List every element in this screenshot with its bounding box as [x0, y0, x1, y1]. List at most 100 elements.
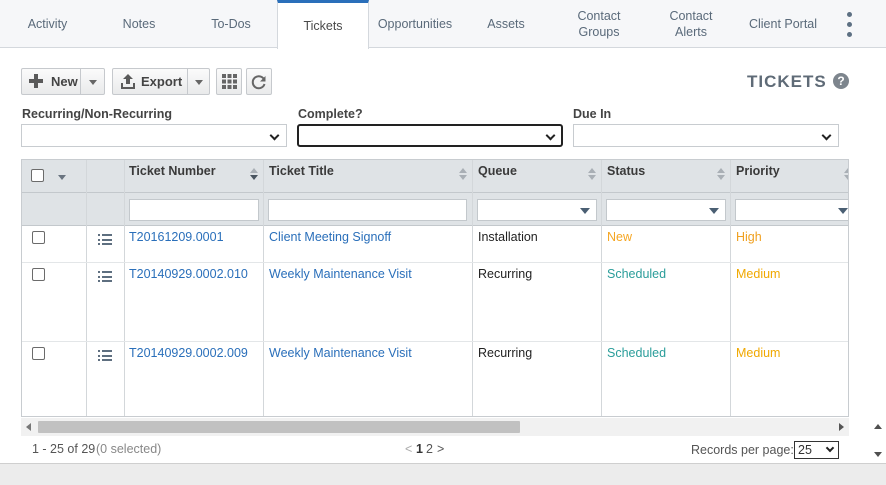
- ticket-number-link[interactable]: T20161209.0001: [129, 230, 224, 244]
- sort-icon[interactable]: [250, 168, 258, 184]
- tab-activity[interactable]: Activity: [0, 0, 95, 48]
- export-dropdown-icon[interactable]: [195, 80, 203, 85]
- priority-cell: Medium: [736, 346, 781, 360]
- grid-header: Ticket Number Ticket Title Queue Status …: [22, 160, 848, 193]
- due-in-select[interactable]: [573, 124, 839, 147]
- table-row[interactable]: T20140929.0002.010 Weekly Maintenance Vi…: [22, 263, 848, 342]
- next-page-icon[interactable]: >: [437, 442, 444, 456]
- refresh-icon: [251, 74, 267, 90]
- status-cell: Scheduled: [607, 267, 667, 281]
- priority-filter-dropdown[interactable]: [735, 199, 848, 221]
- column-header-queue[interactable]: Queue: [478, 164, 517, 178]
- tab-label: Client Portal: [748, 17, 818, 31]
- tab-label: Activity: [27, 17, 68, 31]
- tickets-grid: Ticket Number Ticket Title Queue Status …: [21, 159, 849, 417]
- filter-label-due-in: Due In: [573, 107, 612, 121]
- plus-icon: [29, 74, 43, 88]
- scrollbar-thumb[interactable]: [38, 421, 520, 433]
- priority-cell: Medium: [736, 267, 781, 281]
- caret-down-icon: [709, 208, 719, 214]
- table-row[interactable]: T20140929.0002.009 Weekly Maintenance Vi…: [22, 342, 848, 416]
- caret-down-icon: [580, 208, 590, 214]
- sort-icon[interactable]: [588, 168, 596, 184]
- record-range: 1 - 25 of 29: [32, 442, 96, 456]
- page-scroll-up-icon[interactable]: [874, 424, 882, 429]
- select-dropdown-icon[interactable]: [58, 175, 66, 180]
- column-header-ticket-title[interactable]: Ticket Title: [269, 164, 334, 178]
- row-checkbox[interactable]: [32, 347, 45, 360]
- tab-notes[interactable]: Notes: [95, 0, 183, 48]
- tab-bar: Activity Notes To-Dos Tickets Opportunit…: [0, 0, 886, 49]
- tab-contact-alerts[interactable]: Contact Alerts: [645, 0, 737, 48]
- ticket-title-link[interactable]: Client Meeting Signoff: [269, 230, 391, 244]
- ticket-number-link[interactable]: T20140929.0002.009: [129, 346, 248, 360]
- records-per-page-value: 25: [798, 443, 812, 457]
- column-header-status[interactable]: Status: [607, 164, 645, 178]
- tab-tickets[interactable]: Tickets: [277, 0, 369, 49]
- context-menu-icon[interactable]: [98, 271, 112, 282]
- column-header-ticket-number[interactable]: Ticket Number: [129, 164, 216, 178]
- status-cell: Scheduled: [607, 346, 667, 360]
- tab-contact-groups[interactable]: Contact Groups: [553, 0, 645, 48]
- tab-label: Opportunities: [377, 17, 453, 31]
- tab-label: To-Dos: [211, 17, 251, 31]
- tab-label: Contact Groups: [577, 9, 621, 39]
- tab-label: Notes: [122, 17, 156, 31]
- refresh-button[interactable]: [246, 68, 272, 95]
- page-2-link[interactable]: 2: [426, 442, 433, 456]
- sort-icon[interactable]: [459, 168, 467, 184]
- page-title: TICKETS: [747, 72, 827, 91]
- help-icon[interactable]: ?: [833, 73, 849, 89]
- chevron-down-icon: [825, 443, 835, 453]
- complete-select[interactable]: [297, 124, 563, 147]
- column-header-priority[interactable]: Priority: [736, 164, 780, 178]
- queue-cell: Recurring: [478, 346, 533, 360]
- tab-label: Tickets: [303, 19, 343, 33]
- prev-page-icon[interactable]: <: [405, 442, 412, 456]
- records-per-page-select[interactable]: 25: [794, 441, 839, 459]
- queue-filter-dropdown[interactable]: [477, 199, 597, 221]
- ticket-number-filter-input[interactable]: [129, 199, 259, 221]
- status-filter-dropdown[interactable]: [606, 199, 726, 221]
- queue-cell: Installation: [478, 230, 538, 244]
- row-checkbox[interactable]: [32, 268, 45, 281]
- tab-todos[interactable]: To-Dos: [185, 0, 277, 48]
- app-window: Activity Notes To-Dos Tickets Opportunit…: [0, 0, 886, 464]
- status-cell: New: [607, 230, 633, 244]
- new-button[interactable]: New: [21, 68, 105, 95]
- recurring-select[interactable]: [21, 124, 287, 147]
- more-tabs-icon[interactable]: [844, 12, 854, 38]
- chevron-down-icon: [821, 130, 832, 141]
- ticket-number-link[interactable]: T20140929.0002.010: [129, 267, 248, 281]
- scroll-right-icon[interactable]: [839, 423, 844, 431]
- priority-cell: High: [736, 230, 762, 244]
- ticket-title-link[interactable]: Weekly Maintenance Visit: [269, 346, 412, 360]
- ticket-title-filter-input[interactable]: [268, 199, 467, 221]
- export-button[interactable]: Export: [112, 68, 210, 95]
- grid-icon: [221, 74, 237, 89]
- ticket-title-link[interactable]: Weekly Maintenance Visit: [269, 267, 412, 281]
- filter-label-complete: Complete?: [298, 107, 363, 121]
- select-all-checkbox[interactable]: [31, 169, 44, 182]
- tab-client-portal[interactable]: Client Portal: [737, 0, 829, 48]
- table-row[interactable]: T20161209.0001 Client Meeting Signoff In…: [22, 226, 848, 263]
- new-button-label: New: [51, 74, 78, 89]
- selected-count: (0 selected): [96, 442, 162, 456]
- queue-cell: Recurring: [478, 267, 533, 281]
- export-button-label: Export: [141, 74, 183, 89]
- tab-assets[interactable]: Assets: [461, 0, 551, 48]
- export-icon: [119, 73, 137, 91]
- page-scroll-down-icon[interactable]: [874, 452, 882, 457]
- horizontal-scrollbar[interactable]: [21, 418, 849, 436]
- column-chooser-button[interactable]: [216, 68, 242, 95]
- scroll-left-icon[interactable]: [26, 423, 31, 431]
- caret-down-icon: [838, 208, 848, 214]
- tab-opportunities[interactable]: Opportunities: [369, 0, 461, 48]
- chevron-down-icon: [269, 130, 280, 141]
- sort-icon[interactable]: [844, 168, 848, 184]
- sort-icon[interactable]: [717, 168, 725, 184]
- context-menu-icon[interactable]: [98, 234, 112, 245]
- new-dropdown-icon[interactable]: [89, 80, 97, 85]
- context-menu-icon[interactable]: [98, 350, 112, 361]
- row-checkbox[interactable]: [32, 231, 45, 244]
